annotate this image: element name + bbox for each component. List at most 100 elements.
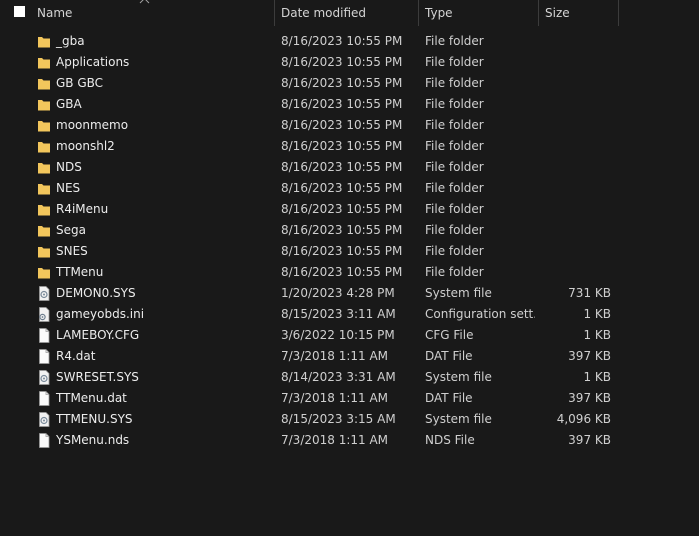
folder-icon [37,181,51,196]
file-type: DAT File [425,391,473,405]
folder-icon [37,118,51,133]
file-type: System file [425,412,492,426]
folder-icon [37,244,51,259]
file-date-modified: 8/16/2023 10:55 PM [281,55,403,69]
config-file-icon [37,307,51,322]
file-date-modified: 7/3/2018 1:11 AM [281,349,389,363]
file-row[interactable]: YSMenu.nds 7/3/2018 1:11 AM NDS File 397 KB [0,430,699,451]
file-row[interactable]: gameyobds.ini 8/15/2023 3:11 AM Configurat… [0,304,699,325]
file-date-modified: 1/20/2023 4:28 PM [281,286,395,300]
file-date-modified: 8/14/2023 3:31 AM [281,370,396,384]
system-file-icon [37,286,51,301]
file-name: Sega [56,223,86,237]
file-row[interactable]: moonshl2 8/16/2023 10:55 PM File folder [0,136,699,157]
file-row[interactable]: SNES 8/16/2023 10:55 PM File folder [0,241,699,262]
file-type: File folder [425,139,484,153]
file-name: moonshl2 [56,139,115,153]
file-date-modified: 7/3/2018 1:11 AM [281,391,389,405]
file-type: File folder [425,76,484,90]
file-date-modified: 8/16/2023 10:55 PM [281,265,403,279]
file-type: DAT File [425,349,473,363]
file-date-modified: 8/16/2023 10:55 PM [281,244,403,258]
file-date-modified: 8/16/2023 10:55 PM [281,118,403,132]
folder-icon [37,223,51,238]
file-date-modified: 8/16/2023 10:55 PM [281,160,403,174]
file-type: NDS File [425,433,475,447]
file-size: 397 KB [568,391,611,405]
file-row[interactable]: LAMEBOY.CFG 3/6/2022 10:15 PM CFG File 1 KB [0,325,699,346]
file-date-modified: 8/16/2023 10:55 PM [281,76,403,90]
file-name: Applications [56,55,130,69]
file-date-modified: 8/16/2023 10:55 PM [281,181,403,195]
file-type: File folder [425,181,484,195]
file-row[interactable]: TTMenu 8/16/2023 10:55 PM File folder [0,262,699,283]
file-type: File folder [425,265,484,279]
file-date-modified: 8/16/2023 10:55 PM [281,139,403,153]
column-header-type[interactable]: Type [419,0,539,26]
column-header-size[interactable]: Size [539,0,619,26]
file-row[interactable]: NDS 8/16/2023 10:55 PM File folder [0,157,699,178]
file-name: _gba [56,34,85,48]
file-name: SWRESET.SYS [56,370,139,384]
file-row[interactable]: Sega 8/16/2023 10:55 PM File folder [0,220,699,241]
file-name: R4iMenu [56,202,109,216]
document-icon [37,433,51,448]
file-type: File folder [425,34,484,48]
file-name: GB GBC [56,76,104,90]
file-row[interactable]: GBA 8/16/2023 10:55 PM File folder [0,94,699,115]
file-date-modified: 8/16/2023 10:55 PM [281,223,403,237]
file-type: File folder [425,97,484,111]
file-row[interactable]: TTMENU.SYS 8/15/2023 3:15 AM System file 4,… [0,409,699,430]
folder-icon [37,139,51,154]
file-date-modified: 8/16/2023 10:55 PM [281,34,403,48]
folder-icon [37,265,51,280]
file-size: 397 KB [568,349,611,363]
file-size: 4,096 KB [556,412,611,426]
file-date-modified: 8/15/2023 3:11 AM [281,307,396,321]
file-row[interactable]: SWRESET.SYS 8/14/2023 3:31 AM System file 1… [0,367,699,388]
file-date-modified: 7/3/2018 1:11 AM [281,433,389,447]
folder-icon [37,34,51,49]
file-type: File folder [425,160,484,174]
system-file-icon [37,370,51,385]
file-size: 1 KB [583,307,611,321]
file-name: LAMEBOY.CFG [56,328,140,342]
file-row[interactable]: NES 8/16/2023 10:55 PM File folder [0,178,699,199]
file-size: 397 KB [568,433,611,447]
select-all-checkbox[interactable] [14,6,25,17]
file-row[interactable]: Applications 8/16/2023 10:55 PM File folde… [0,52,699,73]
file-date-modified: 8/16/2023 10:55 PM [281,202,403,216]
file-size: 1 KB [583,328,611,342]
file-type: CFG File [425,328,474,342]
column-header-name[interactable]: Name [31,0,275,26]
folder-icon [37,76,51,91]
file-size: 731 KB [568,286,611,300]
file-name: DEMON0.SYS [56,286,136,300]
file-row[interactable]: R4iMenu 8/16/2023 10:55 PM File folder [0,199,699,220]
file-type: System file [425,370,492,384]
file-type: File folder [425,223,484,237]
file-type: System file [425,286,492,300]
file-row[interactable]: DEMON0.SYS 1/20/2023 4:28 PM System file 73… [0,283,699,304]
file-row[interactable]: moonmemo 8/16/2023 10:55 PM File folder [0,115,699,136]
file-name: SNES [56,244,88,258]
file-name: NDS [56,160,82,174]
file-name: R4.dat [56,349,96,363]
file-row[interactable]: GB GBC 8/16/2023 10:55 PM File folder [0,73,699,94]
file-row[interactable]: R4.dat 7/3/2018 1:11 AM DAT File 397 KB [0,346,699,367]
file-name: NES [56,181,81,195]
file-date-modified: 3/6/2022 10:15 PM [281,328,395,342]
file-row[interactable]: TTMenu.dat 7/3/2018 1:11 AM DAT File 397 KB [0,388,699,409]
folder-icon [37,160,51,175]
folder-icon [37,202,51,217]
file-size: 1 KB [583,370,611,384]
folder-icon [37,55,51,70]
file-name: TTMenu.dat [56,391,127,405]
column-header-date-modified[interactable]: Date modified [275,0,419,26]
file-type: File folder [425,118,484,132]
file-type: Configuration sett... [425,307,535,321]
folder-icon [37,97,51,112]
column-header-bar: Name Date modified Type Size [0,0,699,26]
file-name: TTMenu [56,265,104,279]
file-row[interactable]: _gba 8/16/2023 10:55 PM File folder [0,31,699,52]
